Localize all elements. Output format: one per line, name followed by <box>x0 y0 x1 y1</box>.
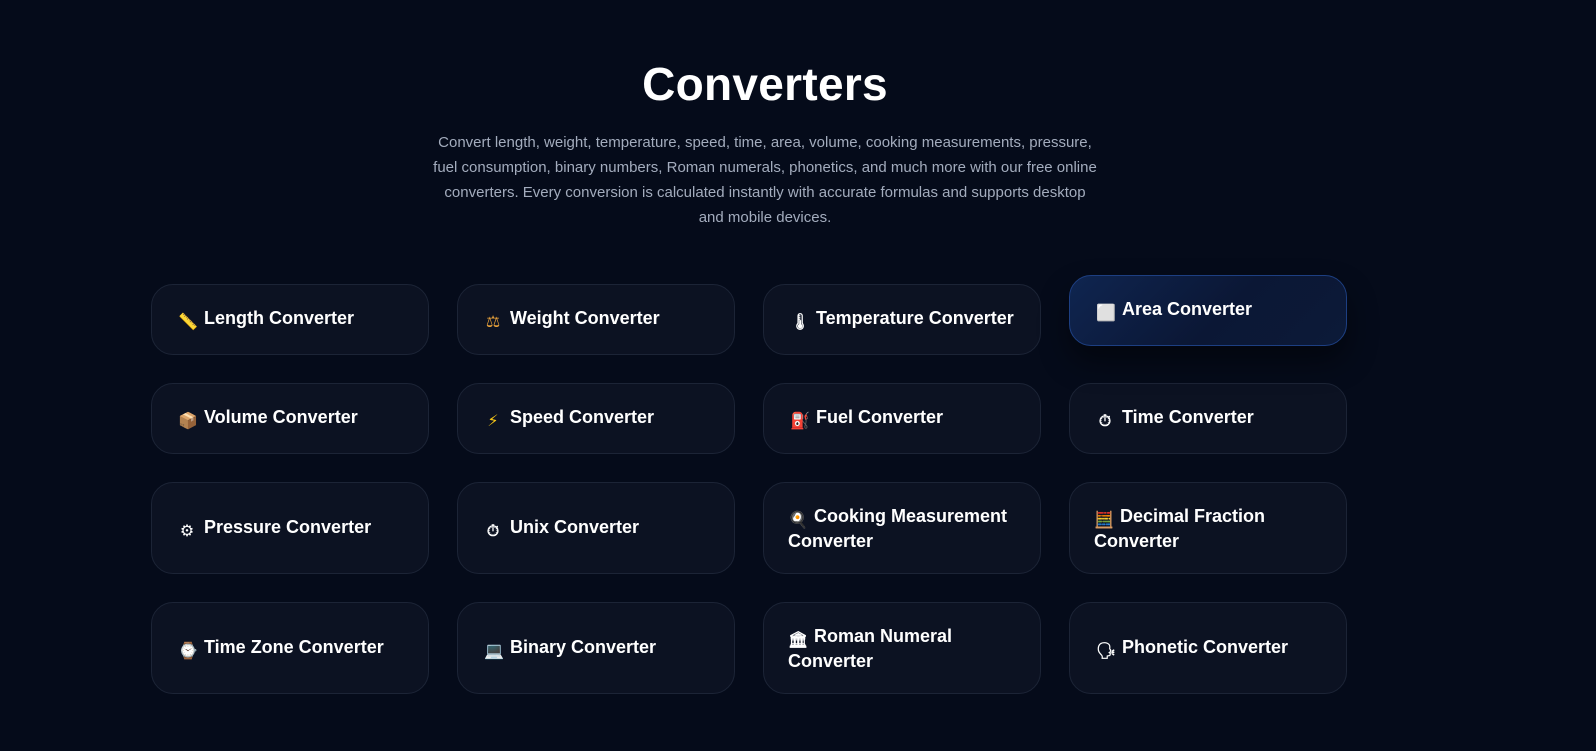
length-converter-card[interactable]: 📏 Length Converter <box>151 284 429 355</box>
card-label: 📦 Volume Converter <box>178 407 358 430</box>
speed-converter-card[interactable]: ⚡ Speed Converter <box>457 383 735 454</box>
card-label: ⛽ Fuel Converter <box>790 407 944 430</box>
lightning-icon: ⚡ <box>487 413 499 430</box>
time-converter-card[interactable]: ⏱ Time Converter <box>1069 383 1347 454</box>
card-label: 🗣 Phonetic Converter <box>1096 636 1289 660</box>
card-label: ⚙ Pressure Converter <box>179 516 372 540</box>
card-label: 💻 Binary Converter <box>484 636 657 660</box>
speaking-head-icon: 🗣 <box>1096 642 1117 660</box>
card-label: 🍳 Cooking Measurement Converter <box>788 505 1008 551</box>
time-zone-converter-card[interactable]: ⌚ Time Zone Converter <box>151 602 429 694</box>
phonetic-converter-card[interactable]: 🗣 Phonetic Converter <box>1069 602 1347 694</box>
square-icon: ⬜ <box>1096 305 1116 322</box>
stopwatch-icon: ⏱ <box>1098 413 1112 430</box>
weight-converter-card[interactable]: ⚖ Weight Converter <box>457 284 735 355</box>
box-icon: 📦 <box>178 413 198 430</box>
card-label: ⌚ Time Zone Converter <box>178 636 384 660</box>
page-intro: Convert length, weight, temperature, spe… <box>433 134 1097 226</box>
roman-numeral-converter-card[interactable]: 🏛 Roman Numeral Converter <box>763 602 1041 694</box>
card-label: ⏱ Time Converter <box>1096 406 1254 431</box>
binary-converter-card[interactable]: 💻 Binary Converter <box>457 602 735 694</box>
unix-converter-card[interactable]: ⏱ Unix Converter <box>457 482 735 574</box>
ruler-icon: 📏 <box>178 314 198 331</box>
cooking-measurement-converter-card[interactable]: 🍳 Cooking Measurement Converter <box>763 482 1041 574</box>
card-label: ⚖ Weight Converter <box>485 308 660 331</box>
fuel-converter-card[interactable]: ⛽ Fuel Converter <box>763 383 1041 454</box>
fuel-pump-icon: ⛽ <box>790 413 810 430</box>
area-converter-card[interactable]: ⬜ Area Converter <box>1069 275 1347 346</box>
decimal-fraction-converter-card[interactable]: 🧮 Decimal Fraction Converter <box>1069 482 1347 574</box>
card-label: 🏛 Roman Numeral Converter <box>788 625 953 671</box>
watch-icon: ⌚ <box>178 642 198 660</box>
card-label: ⏱ Unix Converter <box>484 516 639 541</box>
volume-converter-card[interactable]: 📦 Volume Converter <box>151 383 429 454</box>
card-label: 🧮 Decimal Fraction Converter <box>1094 505 1266 551</box>
frying-pan-icon: 🍳 <box>788 511 808 529</box>
classical-building-icon: 🏛 <box>788 631 809 649</box>
laptop-icon: 💻 <box>484 642 504 660</box>
gear-icon: ⚙ <box>179 522 195 540</box>
converter-grid: 📏 Length Converter ⚖ Weight Converter 🌡 Tem… <box>151 275 1351 694</box>
pressure-converter-card[interactable]: ⚙ Pressure Converter <box>151 482 429 574</box>
stopwatch-icon: ⏱ <box>486 522 500 540</box>
thermometer-icon: 🌡 <box>790 314 811 331</box>
scales-icon: ⚖ <box>485 314 501 331</box>
card-label: ⬜ Area Converter <box>1096 299 1253 322</box>
card-label: 🌡 Temperature Converter <box>790 308 1014 331</box>
temperature-converter-card[interactable]: 🌡 Temperature Converter <box>763 284 1041 355</box>
card-label: 📏 Length Converter <box>178 308 355 331</box>
abacus-icon: 🧮 <box>1094 511 1114 529</box>
converters-page: Converters Convert length, weight, tempe… <box>0 0 1596 751</box>
page-title: Converters <box>642 58 888 110</box>
card-label: ⚡ Speed Converter <box>484 406 654 431</box>
